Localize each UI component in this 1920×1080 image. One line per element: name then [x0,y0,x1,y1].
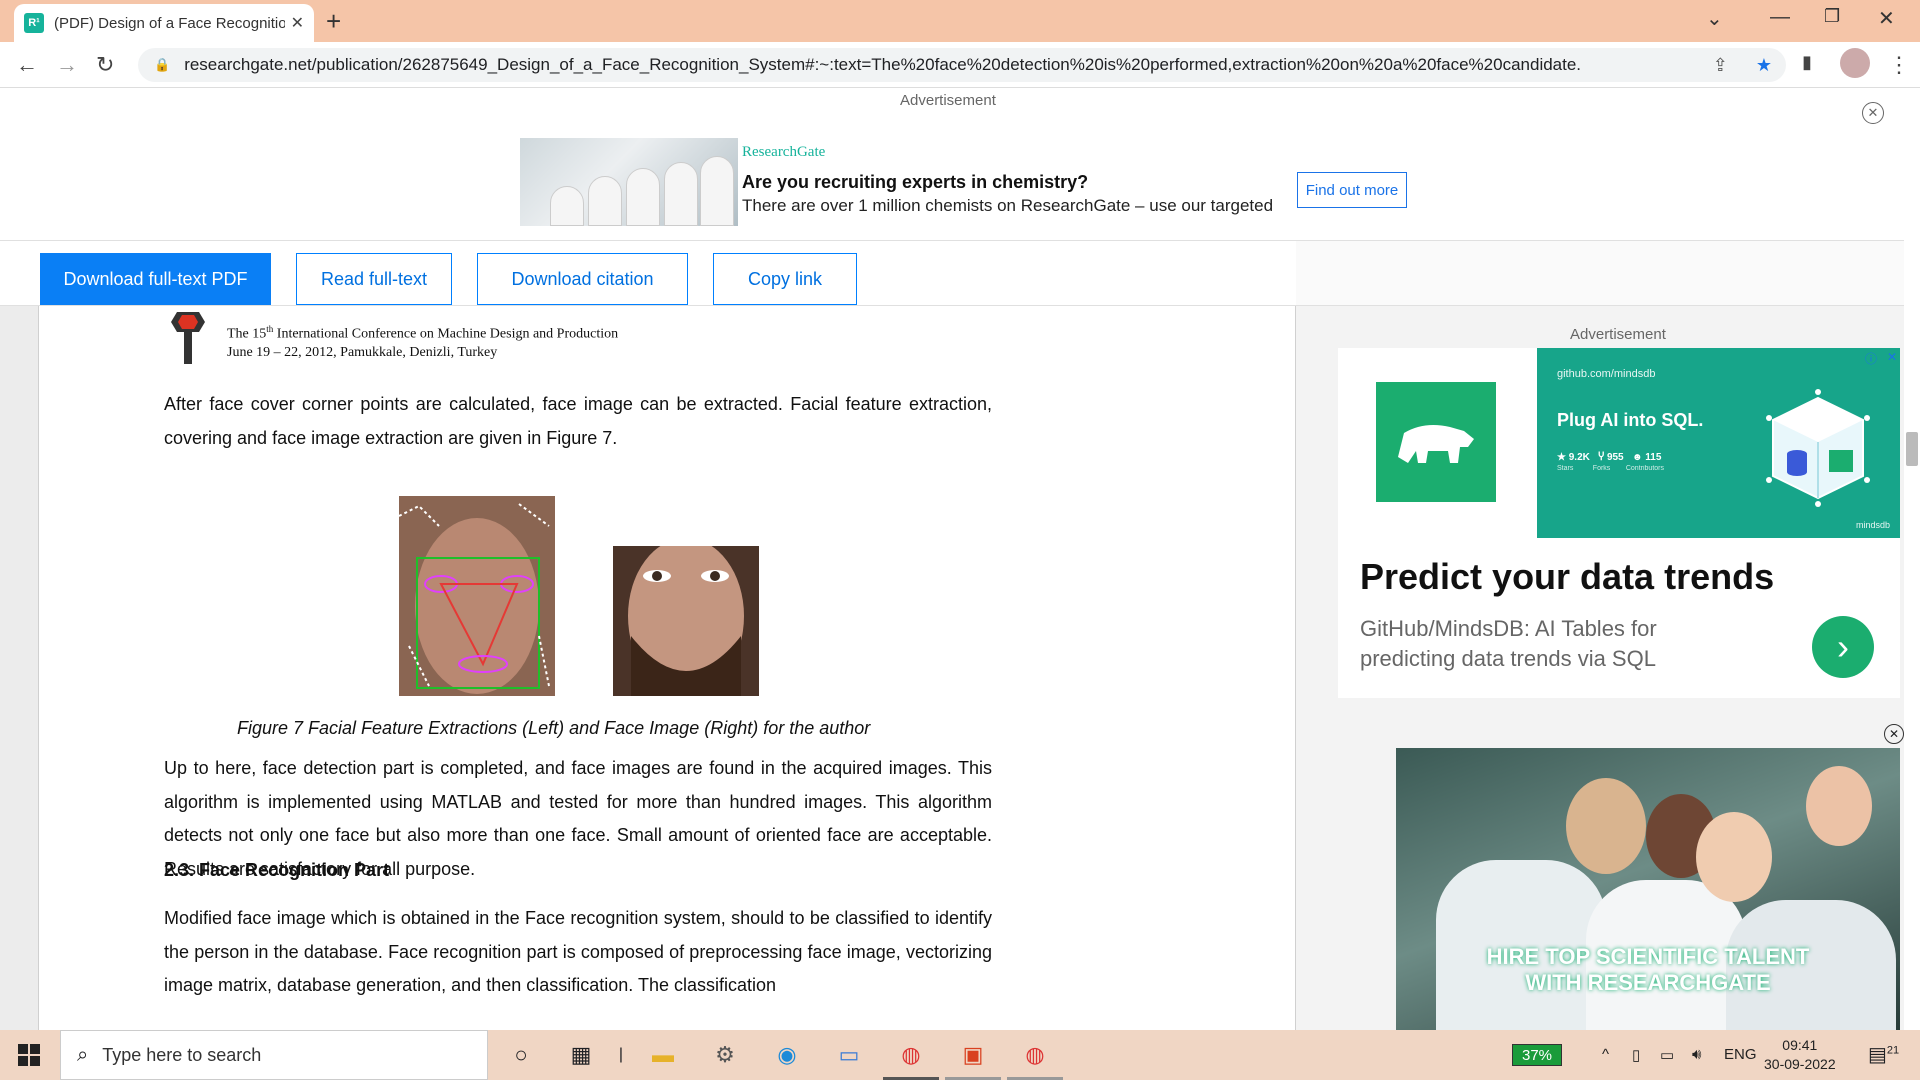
conference-header: The 15th International Conference on Mac… [227,324,619,360]
mindsdb-site: github.com/mindsdb [1557,368,1656,380]
restore-button[interactable]: ❐ [1824,6,1840,27]
windows-start-icon[interactable] [18,1044,40,1066]
download-citation-button[interactable]: Download citation [477,253,688,305]
banner-body: There are over 1 million chemists on Res… [742,196,1274,215]
omnibox[interactable]: 🔒 researchgate.net/publication/262875649… [138,48,1786,82]
bookmark-star-icon[interactable]: ★ [1756,55,1772,76]
taskbar-search[interactable]: ⌕ Type here to search [60,1030,488,1080]
conference-logo-icon [171,312,205,364]
divider-icon: | [618,1046,624,1063]
chrome-icon[interactable]: ◍ [896,1040,926,1070]
copy-link-button[interactable]: Copy link [713,253,857,305]
pdf-viewer: The 15th International Conference on Mac… [0,306,1296,1030]
clock[interactable]: 09:41 30-09-2022 [1764,1036,1836,1074]
photo-app-icon[interactable]: ▭ [834,1040,864,1070]
new-tab-button[interactable]: + [326,8,341,34]
advertisement-label: Advertisement [1570,326,1666,343]
scientists-photo [520,138,738,226]
banner-brand: ResearchGate [742,144,826,160]
mindsdb-title: Plug AI into SQL. [1557,410,1704,430]
device-icon[interactable]: ▯ [1632,1046,1640,1064]
share-icon[interactable]: ⇪ [1713,55,1728,76]
reload-button[interactable]: ↻ [96,52,114,78]
video-ad-caption: HIRE TOP SCIENTIFIC TALENT WITH RESEARCH… [1486,944,1810,995]
top-banner-ad[interactable]: ResearchGate Are you recruiting experts … [520,138,1407,226]
action-bar: Download full-text PDF Read full-text Do… [0,240,1296,306]
researchgate-video-ad[interactable]: HIRE TOP SCIENTIFIC TALENT WITH RESEARCH… [1396,748,1900,1030]
paragraph-3: Modified face image which is obtained in… [164,908,992,995]
search-placeholder: Type here to search [102,1044,262,1065]
section-heading: 2.3. Face Recognition Part [164,860,390,880]
adchoices-icon[interactable]: ⓘ ✕ [1865,350,1897,366]
web-page: Advertisement ✕ ResearchGate Are you rec… [0,88,1920,1030]
side-panel-icon[interactable]: ▮ [1802,52,1812,73]
battery-icon[interactable]: ▭ [1660,1046,1674,1064]
mindsdb-promo-panel: github.com/mindsdb Plug AI into SQL. ★ 9… [1537,348,1900,538]
chrome-profile-icon[interactable]: ◍ [1020,1040,1050,1070]
scrollbar-thumb[interactable] [1906,432,1918,466]
url-text[interactable]: researchgate.net/publication/262875649_D… [184,55,1699,75]
task-view-icon[interactable]: ▦ [566,1040,596,1070]
back-button[interactable]: ← [16,52,38,78]
download-pdf-button[interactable]: Download full-text PDF [40,253,271,305]
mindsdb-ad[interactable]: github.com/mindsdb Plug AI into SQL. ★ 9… [1338,348,1900,698]
language-indicator[interactable]: ENG [1724,1046,1757,1063]
fork-icon: Ⴤ [1598,452,1605,463]
forward-button[interactable]: → [56,52,78,78]
tab-close-icon[interactable]: ✕ [291,13,304,33]
volume-icon[interactable]: 🔊︎ [1692,1046,1701,1063]
search-icon: ⌕ [77,1043,89,1066]
paragraph-1: After face cover corner points are calcu… [164,394,992,448]
scrollbar[interactable] [1904,88,1920,1030]
notification-center-icon[interactable]: ▤21 [1868,1042,1899,1067]
chevron-right-icon[interactable]: › [1812,616,1874,678]
read-full-text-button[interactable]: Read full-text [296,253,452,305]
edge-browser-icon[interactable]: ◉ [772,1040,802,1070]
lock-icon[interactable]: 🔒 [154,57,170,73]
star-icon: ★ [1557,452,1566,463]
settings-gear-icon[interactable]: ⚙ [710,1040,740,1070]
find-out-more-button[interactable]: Find out more [1297,172,1407,208]
close-ad-icon[interactable]: ✕ [1862,102,1884,124]
mindsdb-bear-logo-icon [1376,382,1496,502]
tab-title: (PDF) Design of a Face Recognition Syste… [54,14,285,32]
battery-percentage[interactable]: 37% [1512,1044,1562,1066]
office-app-icon[interactable]: ▣ [958,1040,988,1070]
researchgate-favicon-icon: R¹ [24,13,44,33]
profile-avatar[interactable] [1840,48,1870,78]
pdf-page: The 15th International Conference on Mac… [38,306,1296,1030]
contributors-icon: ☻ [1631,452,1643,463]
sidebar-ads: Advertisement github.com/mindsdb Plug AI… [1296,306,1920,1030]
menu-kebab-icon[interactable]: ⋮ [1888,52,1910,78]
show-hidden-icons-icon[interactable]: ^ [1602,1046,1609,1063]
tab-search-icon[interactable]: ⌄ [1706,6,1723,31]
close-window-button[interactable]: ✕ [1878,6,1895,31]
mindsdb-brand: mindsdb [1855,520,1890,530]
banner-headline: Are you recruiting experts in chemistry? [742,172,1089,192]
minimize-button[interactable]: — [1770,6,1790,29]
close-video-ad-icon[interactable]: ✕ [1884,724,1904,744]
taskbar: ⌕ Type here to search ○ ▦ | ▬ ⚙ ◉ ▭ ◍ ▣ … [0,1030,1920,1080]
cortana-icon[interactable]: ○ [506,1040,536,1070]
facial-feature-extraction-image [399,496,555,696]
figure-caption: Figure 7 Facial Feature Extractions (Lef… [237,718,871,738]
ad-headline: Predict your data trends [1360,556,1775,597]
database-cube-icon [1766,389,1870,507]
ad-subline: GitHub/MindsDB: AI Tables for predicting… [1360,616,1657,671]
address-toolbar: ← → ↻ 🔒 researchgate.net/publication/262… [0,42,1920,88]
action-bar-filler [1296,240,1920,306]
browser-tab[interactable]: R¹ (PDF) Design of a Face Recognition Sy… [14,4,314,42]
mindsdb-stats: ★ 9.2K Ⴤ 955 ☻ 115 Stars Forks Contribut… [1557,452,1664,472]
advertisement-label: Advertisement [900,92,996,109]
file-explorer-icon[interactable]: ▬ [648,1040,678,1070]
face-image [613,546,759,696]
tab-strip: R¹ (PDF) Design of a Face Recognition Sy… [0,0,1920,42]
